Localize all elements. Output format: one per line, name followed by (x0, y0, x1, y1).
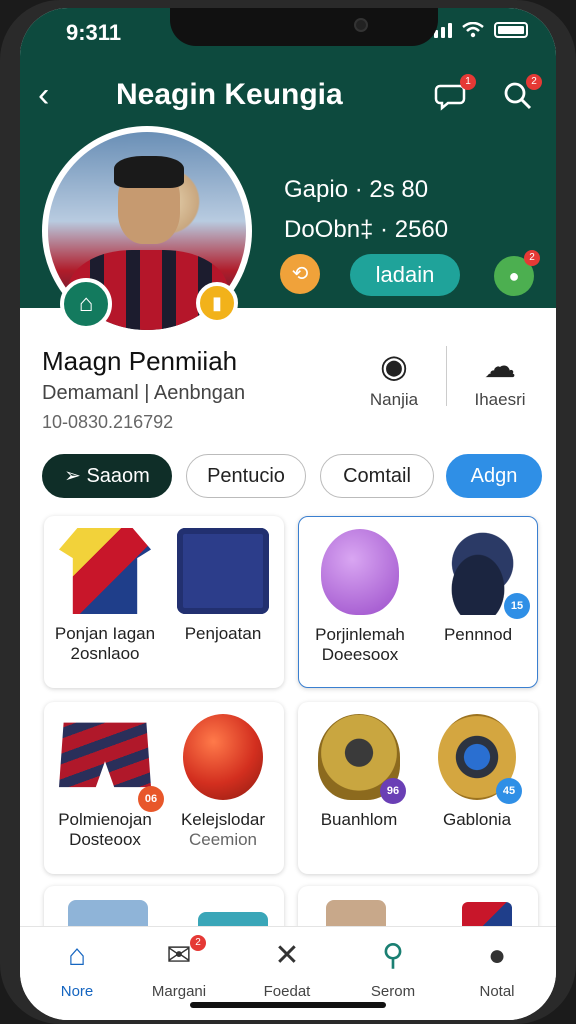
chat-icon: ● (508, 266, 520, 286)
item-label: Polmienojan (58, 810, 152, 829)
teapot-image: 96 (318, 714, 406, 804)
product-card[interactable]: 06 Polmienojan Dosteoox Kelejslodar Ceem… (44, 702, 284, 874)
jersey-image (59, 528, 151, 614)
product-card[interactable]: 96 Buanhlom 45 Gablonia (298, 702, 538, 874)
status-time: 9:311 (66, 20, 122, 45)
tab-profile[interactable]: ● Notal (452, 939, 542, 1000)
chat-action-button[interactable]: ● 2 (494, 250, 540, 296)
item-badge: 15 (504, 593, 530, 619)
side-action-1-label: Nanjia (369, 390, 419, 409)
red-ball-image (183, 714, 263, 800)
gold-medal-image: 45 (438, 714, 522, 804)
list-item[interactable]: 06 Polmienojan Dosteoox (50, 714, 164, 850)
item-badge: 96 (380, 778, 406, 804)
status-icons (427, 22, 528, 38)
chat-action-badge: 2 (524, 250, 540, 266)
side-action-1[interactable]: ◉ Nanjia (354, 346, 434, 410)
award-badge-icon: ▮ (196, 282, 238, 324)
item-badge: 45 (496, 778, 522, 804)
pill-adgn[interactable]: Adgn (446, 454, 542, 498)
list-item[interactable]: 96 Buanhlom (304, 714, 414, 830)
item-label: Gablonia (442, 810, 512, 829)
phone-frame: 9:311 ‹ Neagin Keungia 1 2 Gapio · 2s 80… (0, 0, 576, 1024)
profile-name: Maagn Penmiiah (42, 346, 238, 376)
tab-label: Notal (479, 983, 515, 1000)
page-title: Neagin Keungia (116, 78, 343, 111)
notch (170, 8, 438, 46)
pill-pentucio[interactable]: Pentucio (186, 454, 306, 498)
tab-search[interactable]: ⚲ Serom (348, 939, 438, 1000)
tab-label: Foedat (263, 983, 311, 1000)
list-item[interactable]: Ponjan Iagan 2osnlaoo (50, 528, 160, 664)
divider (446, 346, 447, 406)
game-board-image (177, 528, 269, 614)
search-button[interactable]: 2 (500, 74, 542, 114)
list-item[interactable]: Kelejslodar Ceemion (168, 714, 278, 850)
side-action-2-label: Ihaesri (474, 390, 526, 409)
mail-icon: ✉ 2 (134, 935, 224, 973)
back-button[interactable]: ‹ (38, 78, 49, 112)
item-label: Porjinlemah (315, 625, 405, 644)
item-label: Kelejslodar (180, 810, 266, 829)
pill-comtail[interactable]: Comtail (320, 454, 434, 498)
team-badge-icon: ⌂ (60, 278, 112, 330)
cloud-icon: ☁ (484, 348, 516, 384)
home-indicator (190, 1002, 386, 1008)
item-sublabel: 2osnlaoo (70, 644, 140, 663)
item-sublabel: Dosteoox (69, 830, 141, 849)
purple-egg-image (321, 529, 399, 615)
item-label: Pennnod (443, 625, 513, 644)
cap-image: 15 (432, 529, 530, 619)
tab-label: Nore (60, 983, 94, 1000)
app-screen: 9:311 ‹ Neagin Keungia 1 2 Gapio · 2s 80… (20, 8, 556, 1020)
list-item[interactable]: 45 Gablonia (422, 714, 532, 830)
search-icon: ⚲ (382, 939, 404, 972)
list-item[interactable]: Penjoatan (168, 528, 278, 644)
tab-messages[interactable]: ✉ 2 Margani (134, 935, 224, 1000)
item-label: Buanhlom (320, 810, 398, 829)
messages-button[interactable]: 1 (434, 74, 476, 114)
share-button[interactable]: ⟲ (280, 254, 320, 294)
share-icon: ⟲ (291, 263, 309, 285)
tab-label: Margani (151, 983, 207, 1000)
shorts-image (59, 722, 151, 788)
tab-label: Serom (370, 983, 416, 1000)
item-badge: 06 (138, 786, 164, 812)
stat-secondary: DoObn‡ · 2560 (284, 216, 449, 243)
profile-phone: 10-0830.216792 (42, 412, 174, 432)
item-sublabel: Ceemion (188, 830, 258, 849)
crossed-tools-icon: ✕ (274, 939, 300, 972)
profile-icon: ● (487, 939, 507, 972)
wifi-icon (462, 22, 484, 38)
list-item[interactable]: 15 Pennnod (423, 529, 533, 645)
messages-badge: 1 (460, 74, 476, 90)
list-item[interactable]: Porjinlemah Doeesoox (305, 529, 415, 665)
profile-subtitle: Demamanl | Aenbngan (42, 382, 246, 404)
tab-home[interactable]: ⌂ Nore (32, 939, 122, 1000)
search-badge: 2 (526, 74, 542, 90)
tab-badge: 2 (190, 935, 206, 951)
product-card[interactable]: Ponjan Iagan 2osnlaoo Penjoatan (44, 516, 284, 688)
pill-saaom[interactable]: ➢ Saaom (42, 454, 172, 498)
item-label: Penjoatan (184, 624, 262, 643)
stat-primary: Gapio · 2s 80 (284, 176, 429, 203)
product-card[interactable]: Porjinlemah Doeesoox 15 Pennnod (298, 516, 538, 688)
plane-icon: ➢ (64, 465, 87, 487)
item-sublabel: Doeesoox (321, 645, 399, 664)
tab-feed[interactable]: ✕ Foedat (242, 939, 332, 1000)
battery-icon (494, 22, 528, 38)
home-icon: ⌂ (67, 939, 87, 972)
primary-action-button[interactable]: ladain (350, 254, 460, 296)
ball-icon: ◉ (380, 348, 408, 384)
item-label: Ponjan Iagan (54, 624, 156, 643)
side-action-2[interactable]: ☁ Ihaesri (460, 346, 540, 410)
